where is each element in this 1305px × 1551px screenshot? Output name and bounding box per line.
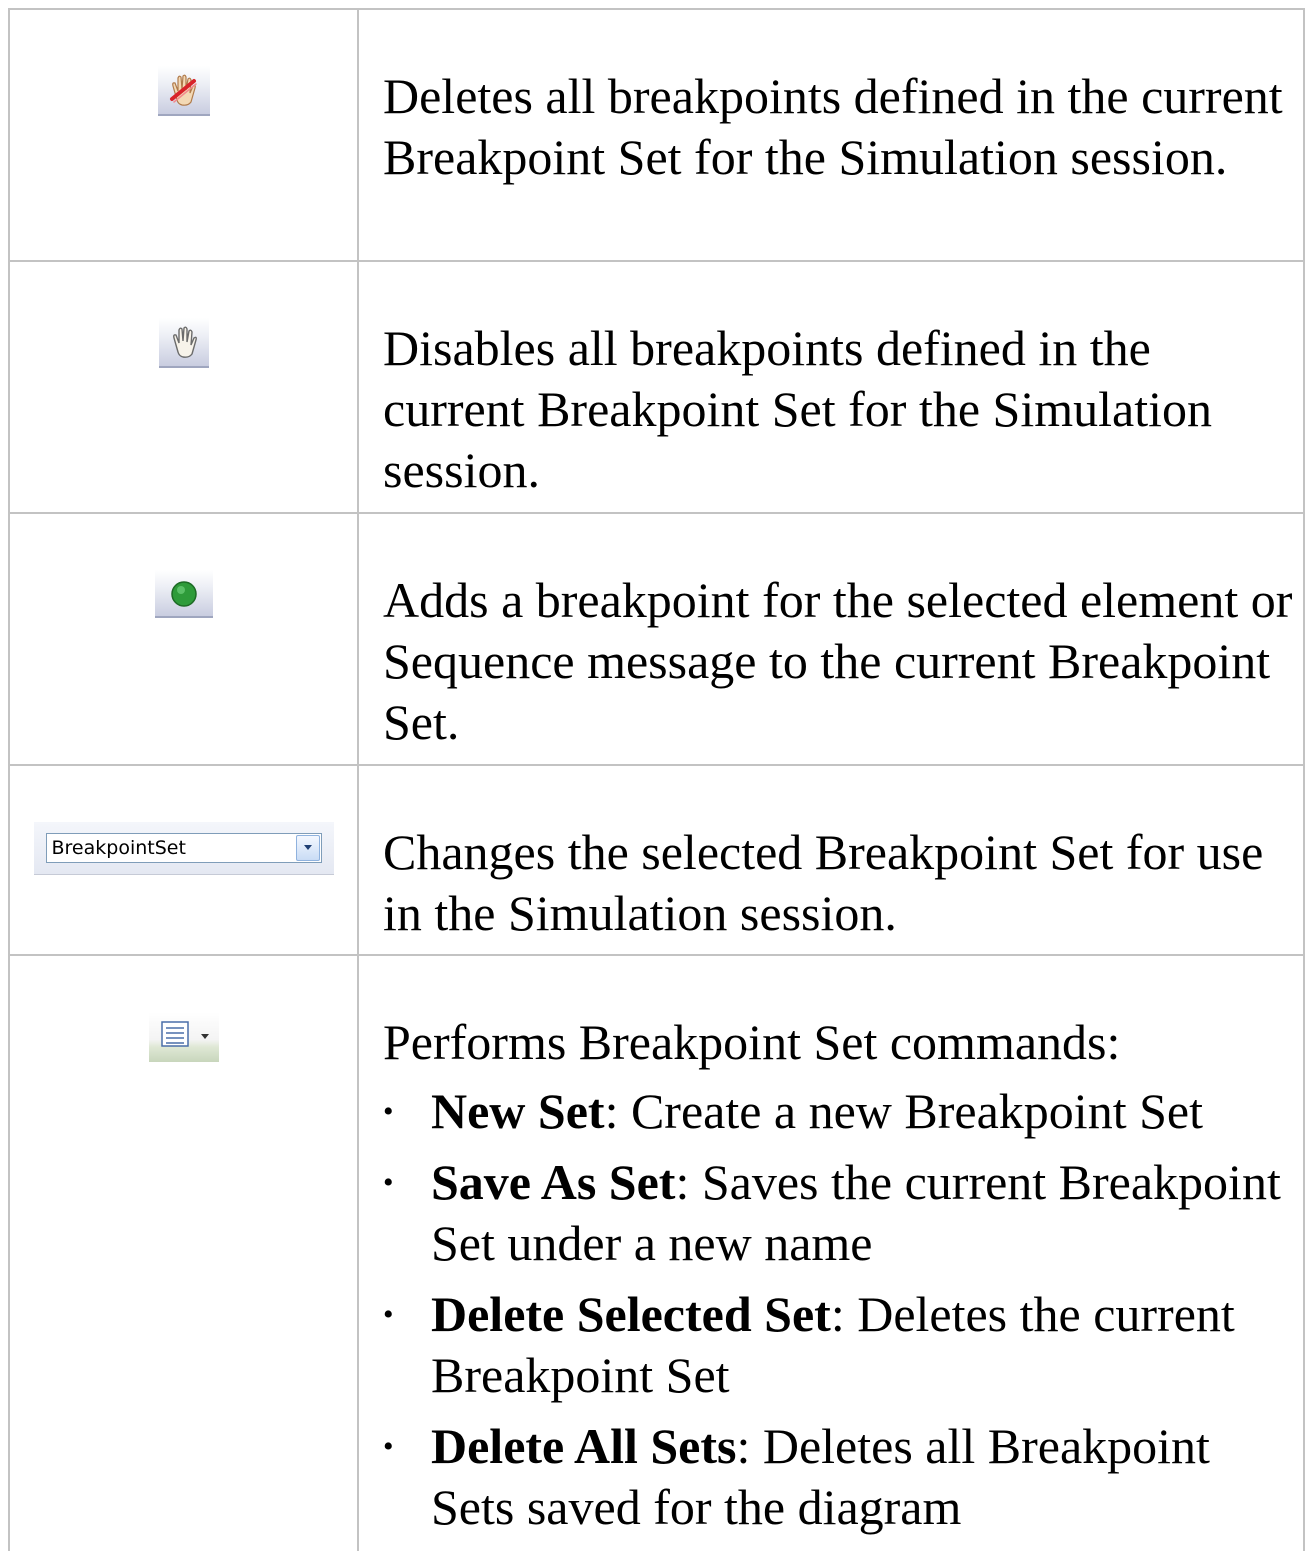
description-text: Changes the selected Breakpoint Set for … — [383, 824, 1264, 941]
table-row: Disables all breakpoints defined in the … — [8, 260, 1305, 514]
disable-breakpoints-icon[interactable] — [158, 318, 209, 368]
list-item: • New Set: Create a new Breakpoint Set — [383, 1081, 1295, 1142]
description-text: Disables all breakpoints defined in the … — [383, 320, 1212, 498]
breakpoint-set-menu-icon[interactable] — [148, 1012, 219, 1062]
breakpoint-set-toolbar: BreakpointSet — [33, 822, 334, 875]
combo-value: BreakpointSet — [51, 837, 186, 859]
bullet: • — [383, 1095, 394, 1128]
list-item: • Delete All Sets: Deletes all Breakpoin… — [383, 1416, 1295, 1538]
command-term: Delete Selected Set — [431, 1286, 831, 1342]
chevron-down-icon[interactable] — [295, 835, 320, 861]
command-text: : Create a new Breakpoint Set — [604, 1083, 1203, 1139]
icon-cell — [8, 8, 359, 262]
description-cell: Performs Breakpoint Set commands: • New … — [357, 954, 1305, 1551]
bullet: • — [383, 1298, 394, 1331]
command-term: New Set — [431, 1083, 605, 1139]
breakpoint-set-combo[interactable]: BreakpointSet — [45, 833, 322, 863]
breakpoint-commands-table: Deletes all breakpoints defined in the c… — [8, 8, 1305, 1551]
page: Deletes all breakpoints defined in the c… — [0, 0, 1305, 1551]
command-term: Save As Set — [431, 1154, 676, 1210]
description-text: Adds a breakpoint for the selected eleme… — [383, 572, 1293, 750]
bullet: • — [383, 1166, 394, 1199]
description-cell: Deletes all breakpoints defined in the c… — [357, 8, 1305, 262]
description-cell: Changes the selected Breakpoint Set for … — [357, 764, 1305, 956]
description-text: Deletes all breakpoints defined in the c… — [383, 68, 1283, 185]
table-row: Deletes all breakpoints defined in the c… — [8, 8, 1305, 262]
command-term: Delete All Sets — [431, 1418, 737, 1474]
delete-breakpoints-icon[interactable] — [157, 66, 210, 116]
description-cell: Disables all breakpoints defined in the … — [357, 260, 1305, 514]
bullet: • — [383, 1430, 394, 1463]
icon-cell — [8, 512, 359, 766]
icon-cell — [8, 260, 359, 514]
description-text: Performs Breakpoint Set commands: — [383, 1014, 1121, 1070]
table-row: Performs Breakpoint Set commands: • New … — [8, 954, 1305, 1551]
list-item: • Delete Selected Set: Deletes the curre… — [383, 1284, 1295, 1406]
icon-cell: BreakpointSet — [8, 764, 359, 956]
add-breakpoint-icon[interactable] — [154, 570, 213, 618]
table-row: Adds a breakpoint for the selected eleme… — [8, 512, 1305, 766]
icon-cell — [8, 954, 359, 1551]
table-row: BreakpointSet Changes the selected Break… — [8, 764, 1305, 956]
command-list: • New Set: Create a new Breakpoint Set •… — [383, 1081, 1295, 1538]
list-item: • Save As Set: Saves the current Breakpo… — [383, 1152, 1295, 1274]
description-cell: Adds a breakpoint for the selected eleme… — [357, 512, 1305, 766]
